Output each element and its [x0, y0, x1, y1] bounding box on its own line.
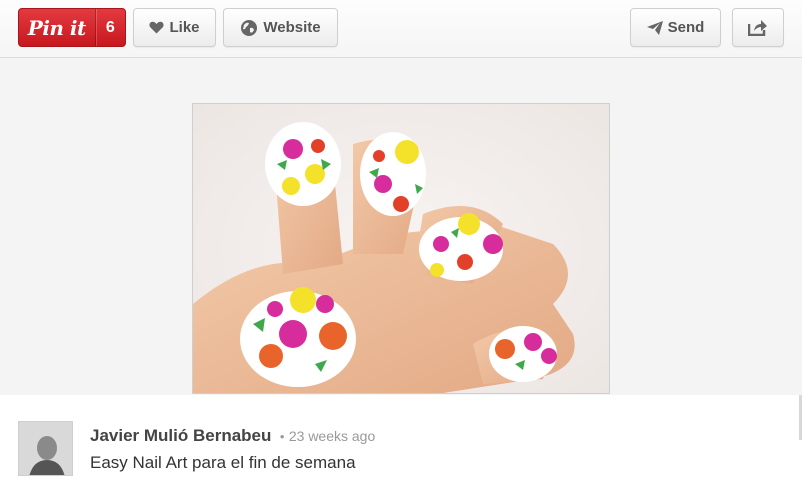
pin-attribution: Javier Mulió Bernabeu • 23 weeks ago Eas… — [0, 395, 802, 491]
nail-art-photo — [193, 104, 609, 393]
globe-icon — [240, 19, 258, 37]
pin-image-stage — [0, 58, 802, 395]
like-button[interactable]: Like — [133, 8, 216, 47]
user-photo-icon — [19, 422, 72, 475]
send-button[interactable]: Send — [630, 8, 721, 47]
website-button[interactable]: Website — [223, 8, 338, 47]
pin-it-button[interactable]: Pin it 6 — [18, 8, 126, 47]
author-name[interactable]: Javier Mulió Bernabeu — [90, 426, 271, 445]
website-label: Website — [263, 19, 321, 36]
share-button[interactable] — [732, 8, 784, 47]
send-label: Send — [667, 19, 705, 36]
separator-dot: • — [279, 429, 285, 444]
share-arrow-icon — [748, 19, 768, 36]
nail-2 — [360, 132, 426, 216]
pin-description: Easy Nail Art para el fin de semana — [90, 453, 356, 472]
heart-icon — [149, 21, 165, 34]
pin-it-label: Pin it — [27, 15, 86, 40]
nail-5 — [489, 326, 557, 382]
nail-1 — [265, 122, 341, 206]
pin-toolbar: Pin it 6 Like Website Send — [0, 0, 802, 58]
avatar[interactable] — [18, 421, 73, 476]
post-time: 23 weeks ago — [288, 428, 376, 444]
paper-plane-icon — [646, 20, 663, 35]
pin-image[interactable] — [192, 103, 610, 394]
like-label: Like — [169, 19, 200, 36]
author-line: Javier Mulió Bernabeu • 23 weeks ago — [90, 426, 375, 446]
pin-count-badge: 6 — [94, 9, 125, 46]
